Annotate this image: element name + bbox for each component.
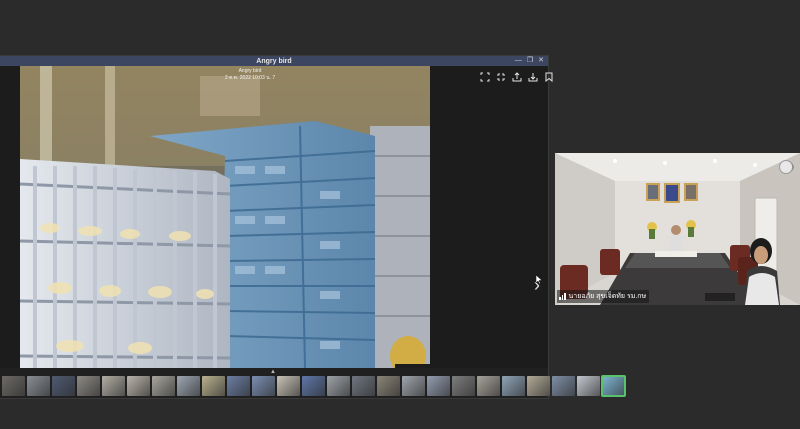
filmstrip-thumbnail[interactable] [601, 375, 626, 397]
filmstrip-thumbnail[interactable] [577, 376, 600, 396]
minimize-icon[interactable]: — [515, 56, 522, 66]
crates-photo-image [20, 66, 430, 368]
filmstrip-thumbnail[interactable] [2, 376, 25, 396]
mouse-cursor-icon [536, 275, 542, 284]
gallery-view-icon[interactable] [779, 160, 793, 174]
filmstrip-thumbnail[interactable] [352, 376, 375, 396]
maximize-icon[interactable]: ❐ [527, 56, 533, 66]
photo-caption: Angry bird 3 ต.ค. 2022 10:03 น. 7 [190, 68, 310, 82]
filmstrip-thumbnail[interactable] [52, 376, 75, 396]
filmstrip-thumbnail[interactable] [302, 376, 325, 396]
filmstrip-thumbnail[interactable] [127, 376, 150, 396]
close-icon[interactable]: ✕ [538, 56, 544, 66]
filmstrip-thumbnail[interactable] [177, 376, 200, 396]
photo-viewer-window: Angry bird — ❐ ✕ Angry bird 3 ต.ค. 2022 … [0, 56, 626, 398]
filmstrip-thumbnail[interactable] [477, 376, 500, 396]
filmstrip-thumbnail[interactable] [102, 376, 125, 396]
window-controls: — ❐ ✕ [515, 56, 544, 66]
filmstrip-thumbnail[interactable] [502, 376, 525, 396]
filmstrip: ▲ [0, 368, 626, 398]
filmstrip-thumbnail[interactable] [327, 376, 350, 396]
download-icon[interactable] [528, 72, 538, 82]
filmstrip-thumbnail[interactable] [377, 376, 400, 396]
collapse-icon[interactable] [496, 72, 506, 82]
conference-room-video [555, 153, 800, 305]
filmstrip-thumbnail[interactable] [427, 376, 450, 396]
fullscreen-icon[interactable] [480, 72, 490, 82]
viewer-toolbar [480, 72, 554, 83]
filmstrip-thumbnail[interactable] [27, 376, 50, 396]
participant-video-tile[interactable]: นายอภัย สุขเจ็ดทัย รม.กษ [555, 153, 800, 305]
filmstrip-thumbnail[interactable] [202, 376, 225, 396]
viewer-title: Angry bird [256, 57, 292, 65]
filmstrip-thumbnails [2, 375, 626, 397]
photo-caption-title: Angry bird [238, 68, 262, 74]
filmstrip-thumbnail[interactable] [452, 376, 475, 396]
filmstrip-thumbnail[interactable] [527, 376, 550, 396]
main-photo[interactable]: Angry bird 3 ต.ค. 2022 10:03 น. 7 [20, 66, 430, 368]
filmstrip-expand-icon[interactable]: ▲ [270, 369, 276, 375]
share-icon[interactable] [512, 72, 522, 82]
filmstrip-thumbnail[interactable] [402, 376, 425, 396]
viewer-titlebar[interactable]: Angry bird — ❐ ✕ [0, 56, 548, 66]
filmstrip-thumbnail[interactable] [277, 376, 300, 396]
signal-strength-icon [559, 293, 566, 300]
participant-name-tag: นายอภัย สุขเจ็ดทัย รม.กษ [557, 290, 650, 303]
filmstrip-thumbnail[interactable] [152, 376, 175, 396]
filmstrip-thumbnail[interactable] [252, 376, 275, 396]
filmstrip-thumbnail[interactable] [552, 376, 575, 396]
filmstrip-thumbnail[interactable] [227, 376, 250, 396]
bookmark-icon[interactable] [544, 72, 554, 83]
participant-name: นายอภัย สุขเจ็ดทัย รม.กษ [568, 293, 647, 300]
photo-caption-date: 3 ต.ค. 2022 10:03 น. 7 [224, 75, 276, 81]
filmstrip-thumbnail[interactable] [77, 376, 100, 396]
